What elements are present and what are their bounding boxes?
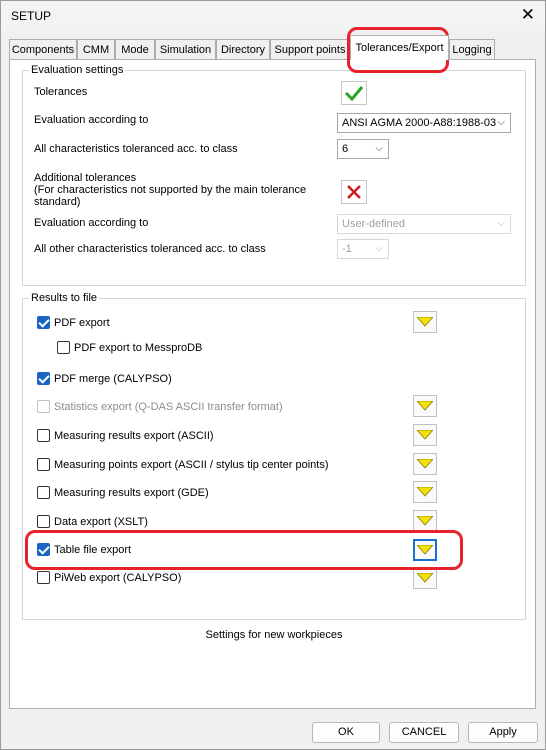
triangle-down-icon xyxy=(417,516,433,526)
triangle-down-icon xyxy=(417,459,433,469)
additional-tolerances-note-2: standard) xyxy=(34,196,81,208)
tab-strip: Components CMM Mode Simulation Directory… xyxy=(9,35,537,60)
additional-standard-select: User-defined ⌵ xyxy=(337,214,511,234)
tab-tolerances-export[interactable]: Tolerances/Export xyxy=(350,35,449,60)
measuring-results-ascii-options-button[interactable] xyxy=(413,424,437,446)
triangle-down-icon xyxy=(417,430,433,440)
checkbox-box xyxy=(37,400,50,413)
checkbox-box xyxy=(37,429,50,442)
measuring-results-gde-options-button[interactable] xyxy=(413,481,437,503)
setup-dialog: SETUP ✕ Components CMM Mode Simulation D… xyxy=(0,0,546,750)
statistics-export-options-button[interactable] xyxy=(413,395,437,417)
piweb-export-label: PiWeb export (CALYPSO) xyxy=(54,572,182,584)
pdf-export-label: PDF export xyxy=(54,317,110,329)
cancel-button[interactable]: CANCEL xyxy=(389,722,459,743)
checkbox-box xyxy=(37,543,50,556)
triangle-down-icon xyxy=(417,573,433,583)
settings-for-new-workpieces-label: Settings for new workpieces xyxy=(205,629,343,641)
tab-cmm[interactable]: CMM xyxy=(77,39,115,59)
tolerances-label: Tolerances xyxy=(34,86,88,98)
results-to-file-legend: Results to file xyxy=(31,292,98,304)
chevron-down-icon: ⌵ xyxy=(497,117,505,128)
other-class-label: All other characteristics toleranced acc… xyxy=(34,243,266,255)
pdf-merge-label: PDF merge (CALYPSO) xyxy=(54,373,172,385)
triangle-down-icon xyxy=(417,401,433,411)
window-title: SETUP xyxy=(11,9,52,23)
evaluation-standard-value: ANSI AGMA 2000-A88:1988-03 xyxy=(342,117,497,129)
table-file-export-options-button[interactable] xyxy=(413,539,437,561)
title-bar: SETUP ✕ xyxy=(1,1,545,31)
other-class-select: -1 ⌵ xyxy=(337,239,389,259)
checkbox-box xyxy=(37,515,50,528)
data-export-xslt-label: Data export (XSLT) xyxy=(54,516,148,528)
pdf-export-options-button[interactable] xyxy=(413,311,437,333)
evaluation-according-2-label: Evaluation according to xyxy=(34,217,149,229)
tab-mode[interactable]: Mode xyxy=(115,39,155,59)
pdf-export-messprodb-label: PDF export to MessproDB xyxy=(74,342,203,354)
other-class-value: -1 xyxy=(342,243,352,255)
cross-icon xyxy=(347,185,361,199)
measuring-points-export-label: Measuring points export (ASCII / stylus … xyxy=(54,459,329,471)
checkbox-box xyxy=(37,571,50,584)
measuring-results-gde-label: Measuring results export (GDE) xyxy=(54,487,209,499)
chevron-down-icon: ⌵ xyxy=(375,143,383,154)
ok-button[interactable]: OK xyxy=(312,722,380,743)
checkbox-box xyxy=(37,316,50,329)
tab-support-points[interactable]: Support points xyxy=(270,39,350,59)
class-label: All characteristics toleranced acc. to c… xyxy=(34,143,238,155)
tab-components[interactable]: Components xyxy=(9,39,77,59)
checkbox-box xyxy=(37,486,50,499)
data-export-xslt-options-button[interactable] xyxy=(413,510,437,532)
additional-tolerances-toggle[interactable] xyxy=(341,180,367,204)
piweb-export-options-button[interactable] xyxy=(413,567,437,589)
close-icon[interactable]: ✕ xyxy=(521,5,535,25)
checkbox-box xyxy=(37,458,50,471)
check-icon xyxy=(344,86,364,102)
apply-button[interactable]: Apply xyxy=(468,722,538,743)
checkbox-box xyxy=(57,341,70,354)
chevron-down-icon: ⌵ xyxy=(497,218,505,229)
evaluation-according-label: Evaluation according to xyxy=(34,114,149,126)
statistics-export-label: Statistics export (Q-DAS ASCII transfer … xyxy=(54,401,283,413)
chevron-down-icon: ⌵ xyxy=(375,243,383,254)
tab-simulation[interactable]: Simulation xyxy=(155,39,216,59)
triangle-down-icon xyxy=(417,545,433,555)
triangle-down-icon xyxy=(417,487,433,497)
tab-directory[interactable]: Directory xyxy=(216,39,270,59)
additional-standard-value: User-defined xyxy=(342,218,405,230)
triangle-down-icon xyxy=(417,317,433,327)
evaluation-settings-legend: Evaluation settings xyxy=(31,64,124,76)
tab-logging[interactable]: Logging xyxy=(449,39,495,59)
measuring-points-export-options-button[interactable] xyxy=(413,453,437,475)
class-select[interactable]: 6 ⌵ xyxy=(337,139,389,159)
checkbox-box xyxy=(37,372,50,385)
measuring-results-ascii-label: Measuring results export (ASCII) xyxy=(54,430,214,442)
table-file-export-label: Table file export xyxy=(54,544,132,556)
evaluation-standard-select[interactable]: ANSI AGMA 2000-A88:1988-03 ⌵ xyxy=(337,113,511,133)
class-value: 6 xyxy=(342,143,349,155)
tolerances-toggle[interactable] xyxy=(341,81,367,105)
